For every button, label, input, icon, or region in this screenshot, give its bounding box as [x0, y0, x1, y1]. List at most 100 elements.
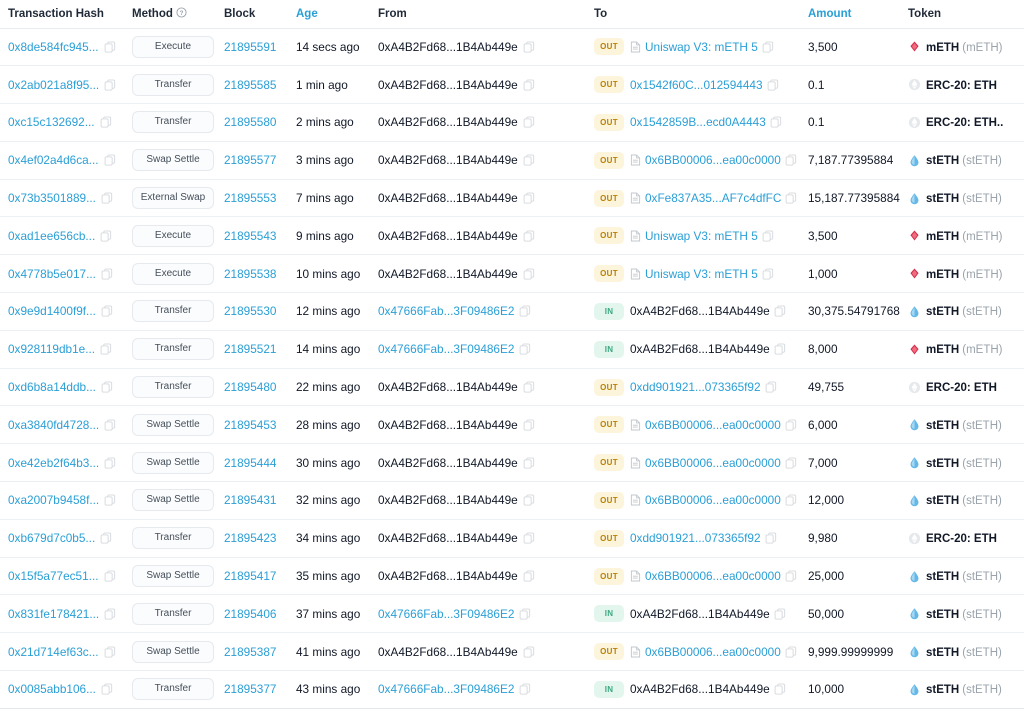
copy-icon[interactable]	[762, 230, 774, 242]
to-address-link[interactable]: 0x6BB00006...ea00c0000	[645, 153, 781, 167]
copy-icon[interactable]	[523, 154, 535, 166]
transaction-hash-link[interactable]: 0x2ab021a8f95...	[8, 78, 99, 92]
to-address-link[interactable]: Uniswap V3: mETH 5	[645, 267, 758, 281]
block-number-link[interactable]: 21895530	[224, 304, 277, 318]
column-header-method[interactable]: Method?	[128, 0, 220, 28]
column-header-age[interactable]: Age	[292, 0, 376, 28]
copy-icon[interactable]	[785, 419, 797, 431]
from-address-link[interactable]: 0x47666Fab...3F09486E2	[378, 682, 514, 696]
method-badge[interactable]: Transfer	[132, 74, 214, 96]
copy-icon[interactable]	[101, 683, 113, 695]
token-name[interactable]: stETH	[926, 571, 959, 583]
token-name[interactable]: mETH	[926, 42, 959, 54]
transaction-hash-link[interactable]: 0x8de584fc945...	[8, 40, 99, 54]
method-badge[interactable]: Transfer	[132, 338, 214, 360]
copy-icon[interactable]	[523, 79, 535, 91]
block-number-link[interactable]: 21895591	[224, 40, 277, 54]
copy-icon[interactable]	[523, 41, 535, 53]
token-name[interactable]: stETH	[926, 193, 959, 205]
block-number-link[interactable]: 21895585	[224, 78, 277, 92]
column-header-from[interactable]: From	[376, 0, 594, 28]
transaction-hash-link[interactable]: 0xa3840fd4728...	[8, 418, 99, 432]
column-header-to[interactable]: To	[594, 0, 808, 28]
copy-icon[interactable]	[100, 532, 112, 544]
to-address-link[interactable]: 0x6BB00006...ea00c0000	[645, 456, 781, 470]
transaction-hash-link[interactable]: 0x4778b5e017...	[8, 267, 96, 281]
method-badge[interactable]: Swap Settle	[132, 565, 214, 587]
method-badge[interactable]: Swap Settle	[132, 414, 214, 436]
token-name[interactable]: stETH	[926, 495, 959, 507]
copy-icon[interactable]	[519, 305, 531, 317]
token-name[interactable]: stETH	[926, 306, 959, 318]
token-name[interactable]: stETH	[926, 155, 959, 167]
transaction-hash-link[interactable]: 0x73b3501889...	[8, 191, 96, 205]
copy-icon[interactable]	[762, 41, 774, 53]
copy-icon[interactable]	[774, 343, 786, 355]
copy-icon[interactable]	[104, 154, 116, 166]
transaction-hash-link[interactable]: 0xa2007b9458f...	[8, 493, 99, 507]
to-address-link[interactable]: Uniswap V3: mETH 5	[645, 40, 758, 54]
transaction-hash-link[interactable]: 0x928119db1e...	[8, 342, 95, 356]
token-name[interactable]: ERC-20: ETH	[926, 80, 997, 92]
transaction-hash-link[interactable]: 0x831fe178421...	[8, 607, 99, 621]
copy-icon[interactable]	[101, 305, 113, 317]
block-number-link[interactable]: 21895417	[224, 569, 277, 583]
copy-icon[interactable]	[523, 116, 535, 128]
method-badge[interactable]: Swap Settle	[132, 149, 214, 171]
copy-icon[interactable]	[785, 154, 797, 166]
method-badge[interactable]: Execute	[132, 263, 214, 285]
copy-icon[interactable]	[104, 457, 116, 469]
token-name[interactable]: stETH	[926, 684, 959, 696]
token-name[interactable]: mETH	[926, 269, 959, 281]
block-number-link[interactable]: 21895538	[224, 267, 277, 281]
copy-icon[interactable]	[519, 683, 531, 695]
copy-icon[interactable]	[523, 419, 535, 431]
copy-icon[interactable]	[785, 457, 797, 469]
copy-icon[interactable]	[523, 457, 535, 469]
method-badge[interactable]: Transfer	[132, 111, 214, 133]
transaction-hash-link[interactable]: 0x9e9d1400f9f...	[8, 304, 96, 318]
method-badge[interactable]: Swap Settle	[132, 452, 214, 474]
method-badge[interactable]: Execute	[132, 36, 214, 58]
block-number-link[interactable]: 21895580	[224, 115, 277, 129]
to-address-link[interactable]: 0x6BB00006...ea00c0000	[645, 418, 781, 432]
block-number-link[interactable]: 21895377	[224, 682, 277, 696]
copy-icon[interactable]	[104, 41, 116, 53]
transaction-hash-link[interactable]: 0xd6b8a14ddb...	[8, 380, 96, 394]
block-number-link[interactable]: 21895480	[224, 380, 277, 394]
copy-icon[interactable]	[774, 305, 786, 317]
copy-icon[interactable]	[101, 381, 113, 393]
token-name[interactable]: stETH	[926, 420, 959, 432]
method-badge[interactable]: Swap Settle	[132, 489, 214, 511]
token-name[interactable]: ERC-20: ETH	[926, 533, 997, 545]
to-address-link[interactable]: 0xFe837A35...AF7c4dfFC	[645, 191, 781, 205]
column-header-transaction-hash[interactable]: Transaction Hash	[0, 0, 128, 28]
token-name[interactable]: ERC-20: ETH	[926, 382, 997, 394]
column-header-amount[interactable]: Amount	[808, 0, 908, 28]
token-name[interactable]: mETH	[926, 231, 959, 243]
token-name[interactable]: mETH	[926, 344, 959, 356]
to-address-link[interactable]: 0x1542859B...ecd0A4443	[630, 115, 766, 129]
column-header-block[interactable]: Block	[220, 0, 292, 28]
copy-icon[interactable]	[523, 230, 535, 242]
copy-icon[interactable]	[104, 419, 116, 431]
copy-icon[interactable]	[523, 494, 535, 506]
token-name[interactable]: stETH	[926, 458, 959, 470]
transaction-hash-link[interactable]: 0xc15c132692...	[8, 115, 95, 129]
copy-icon[interactable]	[104, 608, 116, 620]
block-number-link[interactable]: 21895387	[224, 645, 277, 659]
copy-icon[interactable]	[523, 532, 535, 544]
method-badge[interactable]: Swap Settle	[132, 641, 214, 663]
copy-icon[interactable]	[101, 268, 113, 280]
from-address-link[interactable]: 0x47666Fab...3F09486E2	[378, 342, 514, 356]
block-number-link[interactable]: 21895431	[224, 493, 277, 507]
from-address-link[interactable]: 0x47666Fab...3F09486E2	[378, 607, 514, 621]
copy-icon[interactable]	[519, 608, 531, 620]
to-address-link[interactable]: 0x6BB00006...ea00c0000	[645, 493, 781, 507]
copy-icon[interactable]	[523, 192, 535, 204]
token-name[interactable]: ERC-20: ETH..	[926, 117, 1003, 129]
block-number-link[interactable]: 21895423	[224, 531, 277, 545]
method-badge[interactable]: Transfer	[132, 678, 214, 700]
block-number-link[interactable]: 21895543	[224, 229, 277, 243]
block-number-link[interactable]: 21895444	[224, 456, 277, 470]
